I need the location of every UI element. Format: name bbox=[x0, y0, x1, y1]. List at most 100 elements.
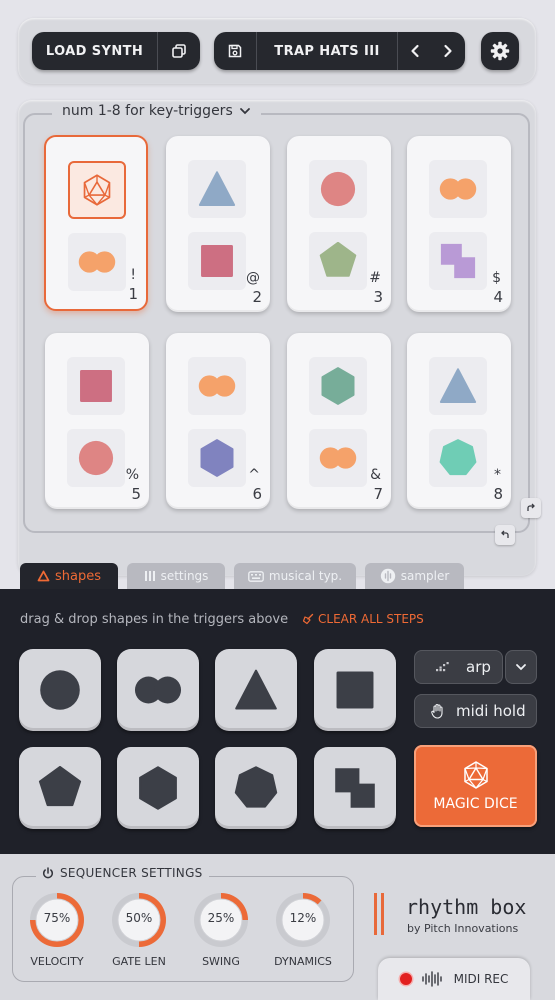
preset-group: TRAP HATS III bbox=[214, 32, 465, 70]
shape-double-circle-button[interactable] bbox=[117, 649, 199, 731]
card-key-symbol: ^ bbox=[248, 467, 260, 483]
sequencer-settings-label: SEQUENCER SETTINGS bbox=[60, 866, 203, 880]
next-preset-button[interactable] bbox=[431, 32, 464, 70]
card-slot-top[interactable] bbox=[188, 160, 246, 218]
shape-heptagon-button[interactable] bbox=[215, 747, 297, 829]
chevron-down-icon bbox=[239, 108, 250, 115]
arp-button[interactable]: arp bbox=[414, 650, 503, 684]
redo-button[interactable] bbox=[521, 498, 541, 518]
double-circle-icon bbox=[439, 178, 477, 200]
trigger-card-4[interactable]: $4 bbox=[407, 136, 511, 312]
shape-triangle-button[interactable] bbox=[215, 649, 297, 731]
load-synth-button[interactable]: LOAD SYNTH bbox=[32, 32, 157, 70]
tab-settings-label: settings bbox=[160, 569, 209, 583]
knob-dynamics[interactable]: 12% bbox=[273, 890, 333, 950]
trigger-card-2[interactable]: @2 bbox=[166, 136, 270, 312]
trigger-card-8[interactable]: * 8 bbox=[407, 333, 511, 509]
card-slot-bottom[interactable] bbox=[429, 232, 487, 290]
knob-label: SWING bbox=[202, 955, 240, 968]
key-trigger-hint[interactable]: num 1-8 for key-triggers bbox=[52, 103, 261, 119]
card-slot-top[interactable] bbox=[68, 161, 126, 219]
knob-gate-len[interactable]: 50% bbox=[109, 890, 169, 950]
redo-icon bbox=[527, 503, 535, 511]
circle-icon bbox=[40, 670, 80, 710]
undo-icon bbox=[501, 530, 509, 538]
midi-hold-label: midi hold bbox=[456, 702, 526, 720]
shapes-hint: drag & drop shapes in the triggers above bbox=[20, 612, 289, 627]
card-slot-top[interactable] bbox=[309, 357, 367, 415]
card-slot-top[interactable] bbox=[429, 357, 487, 415]
save-preset-button[interactable] bbox=[214, 32, 256, 70]
card-slot-top[interactable] bbox=[429, 160, 487, 218]
chevron-right-icon bbox=[443, 44, 452, 58]
trigger-card-1[interactable]: ! 1 bbox=[44, 135, 148, 311]
hexagon-icon bbox=[139, 766, 177, 810]
brand-title: rhythm box bbox=[406, 895, 527, 919]
tab-musical-typing[interactable]: musical typ. bbox=[234, 563, 356, 589]
undo-button[interactable] bbox=[495, 525, 515, 545]
tab-sampler-label: sampler bbox=[400, 569, 450, 583]
midi-rec-label: MIDI REC bbox=[453, 972, 509, 986]
card-key-symbol: @ bbox=[246, 270, 260, 286]
double-circle-icon bbox=[198, 375, 236, 397]
triangle-icon bbox=[37, 570, 50, 582]
settings-button[interactable] bbox=[481, 32, 519, 70]
brand-subtitle: by Pitch Innovations bbox=[407, 922, 519, 935]
triangle-icon bbox=[198, 171, 236, 206]
waveform-icon bbox=[421, 971, 442, 987]
previous-preset-button[interactable] bbox=[398, 32, 431, 70]
trigger-card-6[interactable]: ^ 6 bbox=[166, 333, 270, 509]
tab-settings[interactable]: settings bbox=[127, 563, 225, 589]
knob-velocity[interactable]: 75% bbox=[27, 890, 87, 950]
chevron-left-icon bbox=[410, 44, 419, 58]
card-number: 6 bbox=[252, 485, 262, 503]
tab-sampler[interactable]: sampler bbox=[365, 563, 464, 589]
card-slot-bottom[interactable] bbox=[67, 429, 125, 487]
hand-icon bbox=[431, 703, 443, 719]
sequencer-settings-title[interactable]: SEQUENCER SETTINGS bbox=[36, 866, 209, 880]
stacked-squares-icon bbox=[440, 243, 476, 279]
trigger-card-3[interactable]: #3 bbox=[287, 136, 391, 312]
card-number: 8 bbox=[493, 485, 503, 503]
card-slot-bottom[interactable] bbox=[309, 429, 367, 487]
knob-value: 25% bbox=[207, 911, 235, 925]
card-slot-bottom[interactable] bbox=[188, 429, 246, 487]
square-icon bbox=[201, 245, 233, 277]
record-icon bbox=[399, 973, 412, 985]
tab-shapes[interactable]: shapes bbox=[20, 563, 118, 589]
shape-circle-button[interactable] bbox=[19, 649, 101, 731]
card-slot-bottom[interactable] bbox=[188, 232, 246, 290]
card-key-symbol: $ bbox=[492, 270, 501, 286]
shape-stacked-squares-button[interactable] bbox=[314, 747, 396, 829]
clear-all-steps-label: CLEAR ALL STEPS bbox=[318, 612, 424, 626]
card-slot-bottom[interactable] bbox=[68, 233, 126, 291]
midi-rec-button[interactable]: MIDI REC bbox=[378, 958, 530, 1000]
card-key-symbol: # bbox=[369, 270, 381, 286]
card-slot-top[interactable] bbox=[67, 357, 125, 415]
magic-dice-button[interactable]: MAGIC DICE bbox=[414, 745, 537, 827]
preset-name-label: TRAP HATS III bbox=[274, 43, 380, 59]
card-slot-top[interactable] bbox=[188, 357, 246, 415]
trigger-card-7[interactable]: & 7 bbox=[287, 333, 391, 509]
card-slot-top[interactable] bbox=[309, 160, 367, 218]
knob-value: 50% bbox=[125, 911, 153, 925]
gear-icon bbox=[490, 41, 510, 61]
knob-swing[interactable]: 25% bbox=[191, 890, 251, 950]
card-slot-bottom[interactable] bbox=[429, 429, 487, 487]
knob-label: DYNAMICS bbox=[274, 955, 332, 968]
shape-hexagon-button[interactable] bbox=[117, 747, 199, 829]
clear-all-steps-button[interactable]: CLEAR ALL STEPS bbox=[302, 612, 424, 626]
shape-pentagon-button[interactable] bbox=[19, 747, 101, 829]
double-circle-icon bbox=[134, 676, 182, 704]
card-number: 3 bbox=[373, 288, 383, 306]
keyboard-icon bbox=[248, 570, 264, 582]
chevron-down-icon bbox=[516, 664, 526, 671]
shape-square-button[interactable] bbox=[314, 649, 396, 731]
arp-dropdown-button[interactable] bbox=[505, 650, 537, 684]
preset-name[interactable]: TRAP HATS III bbox=[257, 32, 397, 70]
midi-hold-button[interactable]: midi hold bbox=[414, 694, 537, 728]
card-slot-bottom[interactable] bbox=[309, 232, 367, 290]
copy-button[interactable] bbox=[158, 32, 200, 70]
trigger-card-5[interactable]: % 5 bbox=[45, 333, 149, 509]
triangle-icon bbox=[439, 368, 477, 403]
